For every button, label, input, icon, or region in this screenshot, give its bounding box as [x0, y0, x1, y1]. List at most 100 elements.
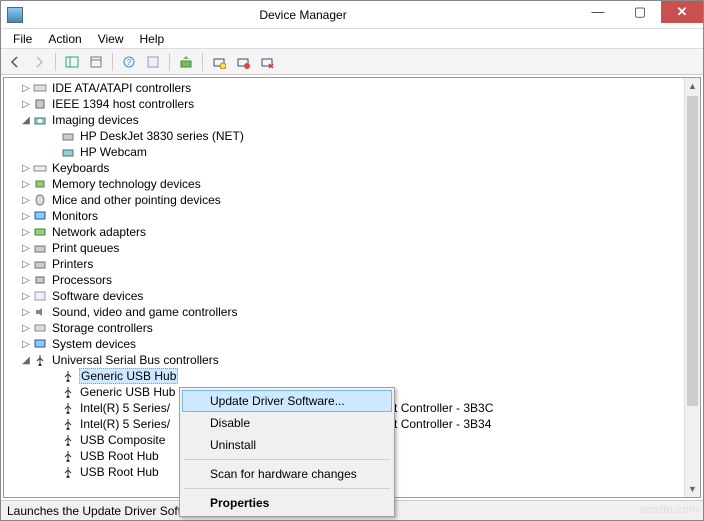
monitor-icon	[32, 209, 48, 223]
expand-icon[interactable]: ▷	[20, 307, 32, 318]
tree-node-ieee1394[interactable]: ▷IEEE 1394 host controllers	[4, 96, 700, 112]
toolbar-icon[interactable]	[143, 52, 163, 72]
toolbar-separator	[55, 53, 56, 71]
expand-icon[interactable]: ▷	[20, 227, 32, 238]
chip-icon	[32, 177, 48, 191]
scroll-thumb[interactable]	[687, 96, 698, 406]
titlebar: Device Manager — ▢ ✕	[1, 1, 703, 29]
cpu-icon	[32, 273, 48, 287]
computer-icon	[32, 337, 48, 351]
scan-hardware-button[interactable]	[209, 52, 229, 72]
menubar: File Action View Help	[1, 29, 703, 49]
tree-node-sound[interactable]: ▷Sound, video and game controllers	[4, 304, 700, 320]
expand-icon[interactable]: ▷	[20, 243, 32, 254]
ctx-properties[interactable]: Properties	[182, 492, 392, 514]
usb-icon	[60, 369, 76, 383]
scroll-up-icon[interactable]: ▲	[685, 78, 700, 94]
tree-node-mice[interactable]: ▷Mice and other pointing devices	[4, 192, 700, 208]
printer-icon	[32, 241, 48, 255]
menu-help[interactable]: Help	[132, 30, 173, 48]
back-button[interactable]	[5, 52, 25, 72]
tree-node-usb[interactable]: ◢Universal Serial Bus controllers	[4, 352, 700, 368]
ctx-separator	[184, 459, 390, 460]
printer-icon	[32, 257, 48, 271]
usb-icon	[60, 433, 76, 447]
update-driver-button[interactable]	[176, 52, 196, 72]
toolbar-separator	[112, 53, 113, 71]
expand-icon[interactable]: ▷	[20, 179, 32, 190]
collapse-icon[interactable]: ◢	[20, 355, 32, 366]
app-icon	[7, 7, 23, 23]
expand-icon[interactable]: ▷	[20, 99, 32, 110]
usb-icon	[32, 353, 48, 367]
usb-icon	[60, 401, 76, 415]
maximize-button[interactable]: ▢	[619, 1, 661, 23]
scroll-down-icon[interactable]: ▼	[685, 481, 700, 497]
tree-node-hpwebcam[interactable]: ·HP Webcam	[4, 144, 700, 160]
usb-icon	[60, 385, 76, 399]
network-icon	[32, 225, 48, 239]
ieee1394-icon	[32, 97, 48, 111]
window-title: Device Manager	[29, 8, 577, 22]
drive-icon	[32, 81, 48, 95]
software-icon	[32, 289, 48, 303]
tree-node-printqueues[interactable]: ▷Print queues	[4, 240, 700, 256]
usb-icon	[60, 465, 76, 479]
tree-node-monitors[interactable]: ▷Monitors	[4, 208, 700, 224]
tree-node-memtech[interactable]: ▷Memory technology devices	[4, 176, 700, 192]
tree-node-generic-usb-hub-1[interactable]: ·Generic USB Hub	[4, 368, 700, 384]
tree-node-storage[interactable]: ▷Storage controllers	[4, 320, 700, 336]
toolbar-separator	[202, 53, 203, 71]
disable-button[interactable]	[257, 52, 277, 72]
forward-button[interactable]	[29, 52, 49, 72]
expand-icon[interactable]: ▷	[20, 211, 32, 222]
storage-icon	[32, 321, 48, 335]
mouse-icon	[32, 193, 48, 207]
menu-action[interactable]: Action	[40, 30, 89, 48]
context-menu: Update Driver Software... Disable Uninst…	[179, 387, 395, 517]
uninstall-button[interactable]	[233, 52, 253, 72]
vertical-scrollbar[interactable]: ▲ ▼	[684, 78, 700, 497]
ctx-update-driver[interactable]: Update Driver Software...	[182, 390, 392, 412]
tree-node-hp3830[interactable]: ·HP DeskJet 3830 series (NET)	[4, 128, 700, 144]
expand-icon[interactable]: ▷	[20, 291, 32, 302]
properties-button[interactable]	[86, 52, 106, 72]
tree-node-keyboards[interactable]: ▷Keyboards	[4, 160, 700, 176]
expand-icon[interactable]: ▷	[20, 275, 32, 286]
watermark: wsxdn.com	[639, 504, 699, 516]
expand-icon[interactable]: ▷	[20, 195, 32, 206]
printer-icon	[60, 129, 76, 143]
toolbar: ?	[1, 49, 703, 75]
close-button[interactable]: ✕	[661, 1, 703, 23]
expand-icon[interactable]: ▷	[20, 259, 32, 270]
camera-icon	[32, 113, 48, 127]
keyboard-icon	[32, 161, 48, 175]
show-hide-tree-button[interactable]	[62, 52, 82, 72]
usb-icon	[60, 449, 76, 463]
expand-icon[interactable]: ▷	[20, 163, 32, 174]
tree-node-software[interactable]: ▷Software devices	[4, 288, 700, 304]
ctx-uninstall[interactable]: Uninstall	[182, 434, 392, 456]
ctx-scan-hardware[interactable]: Scan for hardware changes	[182, 463, 392, 485]
svg-text:?: ?	[127, 58, 132, 67]
tree-node-imaging[interactable]: ◢Imaging devices	[4, 112, 700, 128]
menu-file[interactable]: File	[5, 30, 40, 48]
tree-node-sysdevices[interactable]: ▷System devices	[4, 336, 700, 352]
collapse-icon[interactable]: ◢	[20, 115, 32, 126]
tree-node-ide[interactable]: ▷IDE ATA/ATAPI controllers	[4, 80, 700, 96]
expand-icon[interactable]: ▷	[20, 339, 32, 350]
help-button[interactable]: ?	[119, 52, 139, 72]
menu-view[interactable]: View	[90, 30, 132, 48]
minimize-button[interactable]: —	[577, 1, 619, 23]
expand-icon[interactable]: ▷	[20, 323, 32, 334]
tree-node-printers[interactable]: ▷Printers	[4, 256, 700, 272]
ctx-disable[interactable]: Disable	[182, 412, 392, 434]
camera-icon	[60, 145, 76, 159]
ctx-separator	[184, 488, 390, 489]
speaker-icon	[32, 305, 48, 319]
usb-icon	[60, 417, 76, 431]
tree-node-processors[interactable]: ▷Processors	[4, 272, 700, 288]
expand-icon[interactable]: ▷	[20, 83, 32, 94]
tree-node-netadapters[interactable]: ▷Network adapters	[4, 224, 700, 240]
window-buttons: — ▢ ✕	[577, 1, 703, 23]
